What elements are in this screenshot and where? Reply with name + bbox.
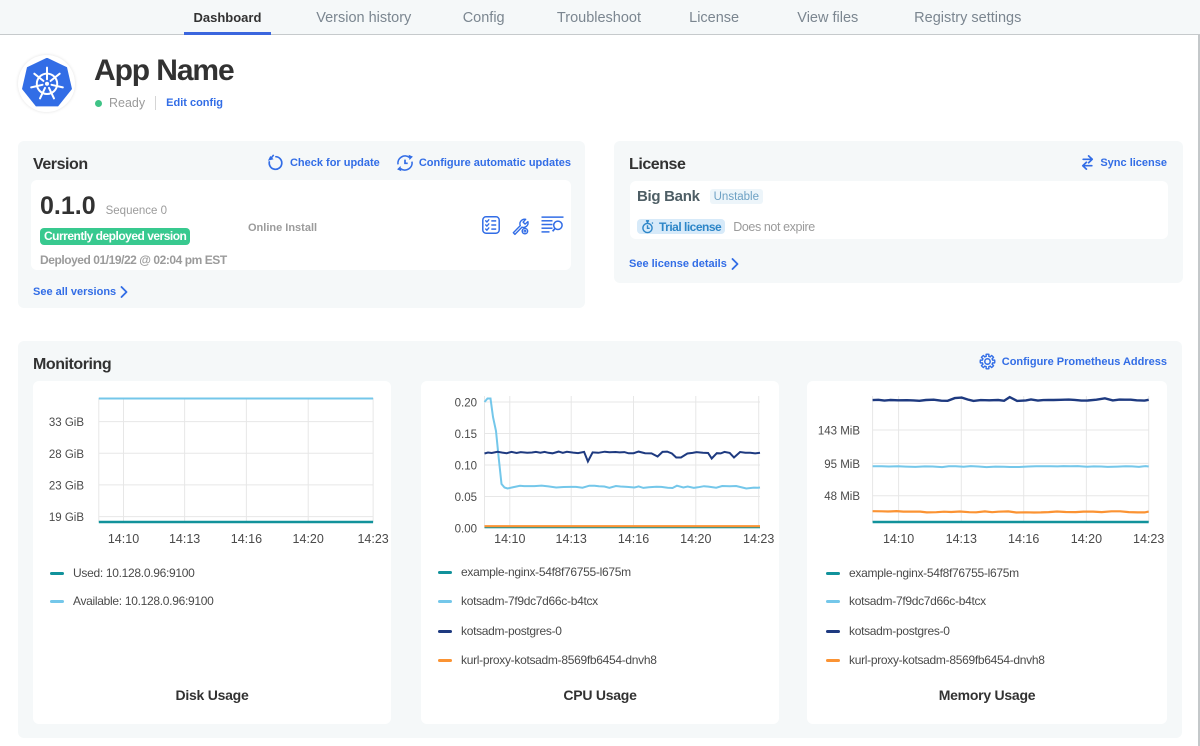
svg-text:95 MiB: 95 MiB [824, 459, 860, 471]
svg-text:14:20: 14:20 [1071, 532, 1102, 546]
svg-text:0.05: 0.05 [455, 492, 477, 504]
svg-text:14:23: 14:23 [1133, 532, 1164, 546]
svg-text:23 GiB: 23 GiB [49, 480, 84, 492]
svg-text:48 MiB: 48 MiB [824, 491, 860, 503]
svg-text:14:10: 14:10 [108, 532, 139, 546]
svg-text:14:23: 14:23 [743, 532, 774, 546]
svg-text:0.00: 0.00 [455, 524, 477, 536]
svg-text:143 MiB: 143 MiB [818, 426, 861, 438]
svg-text:0.20: 0.20 [455, 398, 477, 410]
svg-text:14:10: 14:10 [883, 532, 914, 546]
svg-text:14:13: 14:13 [169, 532, 200, 546]
svg-text:14:13: 14:13 [946, 532, 977, 546]
svg-text:14:20: 14:20 [680, 532, 711, 546]
svg-text:14:16: 14:16 [618, 532, 649, 546]
svg-text:33 GiB: 33 GiB [49, 417, 84, 429]
svg-text:14:16: 14:16 [1008, 532, 1039, 546]
svg-text:19 GiB: 19 GiB [49, 512, 84, 524]
svg-text:0.15: 0.15 [455, 429, 477, 441]
svg-text:14:13: 14:13 [556, 532, 587, 546]
svg-text:14:16: 14:16 [231, 532, 262, 546]
svg-text:28 GiB: 28 GiB [49, 449, 84, 461]
svg-text:14:23: 14:23 [357, 532, 388, 546]
svg-text:0.10: 0.10 [455, 461, 477, 473]
svg-text:14:20: 14:20 [293, 532, 324, 546]
svg-text:14:10: 14:10 [494, 532, 525, 546]
